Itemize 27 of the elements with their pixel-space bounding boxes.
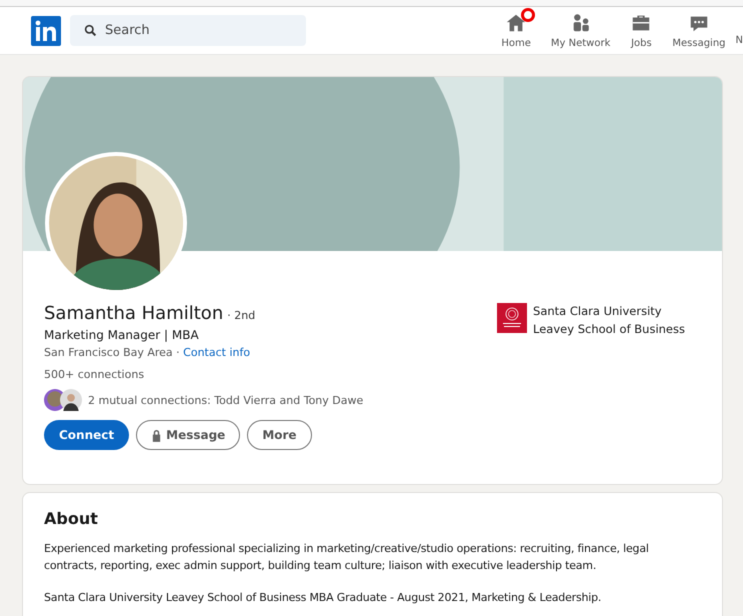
profile-name: Samantha Hamilton xyxy=(44,303,224,324)
search-field[interactable]: Search xyxy=(70,15,306,46)
connections-count[interactable]: 500+ connections xyxy=(44,368,364,381)
mutual-connections[interactable]: 2 mutual connections: Todd Vierra and Tony Dawe xyxy=(88,394,364,406)
nav-item[interactable]: My Network xyxy=(540,12,620,49)
logo-icon[interactable] xyxy=(31,16,61,46)
lock-icon xyxy=(151,428,162,442)
connect-button[interactable]: Connect xyxy=(44,420,130,450)
contact-info-link[interactable]: Contact info xyxy=(183,346,250,359)
search-input[interactable]: Search xyxy=(105,23,285,38)
headline: Marketing Manager | MBA xyxy=(44,328,200,342)
school-name[interactable]: Leavey School of Business xyxy=(533,320,685,338)
home-icon xyxy=(505,12,528,34)
section-title: About xyxy=(44,509,99,528)
school-logo-icon xyxy=(497,303,528,333)
nav-item[interactable]: Messaging xyxy=(662,12,736,49)
search-icon xyxy=(84,24,97,37)
nav-item[interactable]: Jobs xyxy=(620,12,662,49)
message-button[interactable]: Message xyxy=(136,420,240,450)
nav-item[interactable]: Home xyxy=(501,12,541,49)
connection-degree: · 2nd xyxy=(227,309,256,322)
more-button[interactable]: More xyxy=(247,420,312,450)
location: San Francisco Bay Area · xyxy=(44,346,180,359)
about-paragraph: Santa Clara University Leavey School of Business MBA Graduate - August 2021, Marketing & Leadership. xyxy=(44,590,602,606)
nav-item[interactable]: N xyxy=(736,7,743,54)
school-name[interactable]: Santa Clara University xyxy=(533,302,685,320)
about-paragraph: Experienced marketing professional specializing in marketing/creative/studio operations: recruiting, finance, legal contracts, reporting, exec admin support, building team culture; liaison with executive leadership team. xyxy=(44,541,650,574)
